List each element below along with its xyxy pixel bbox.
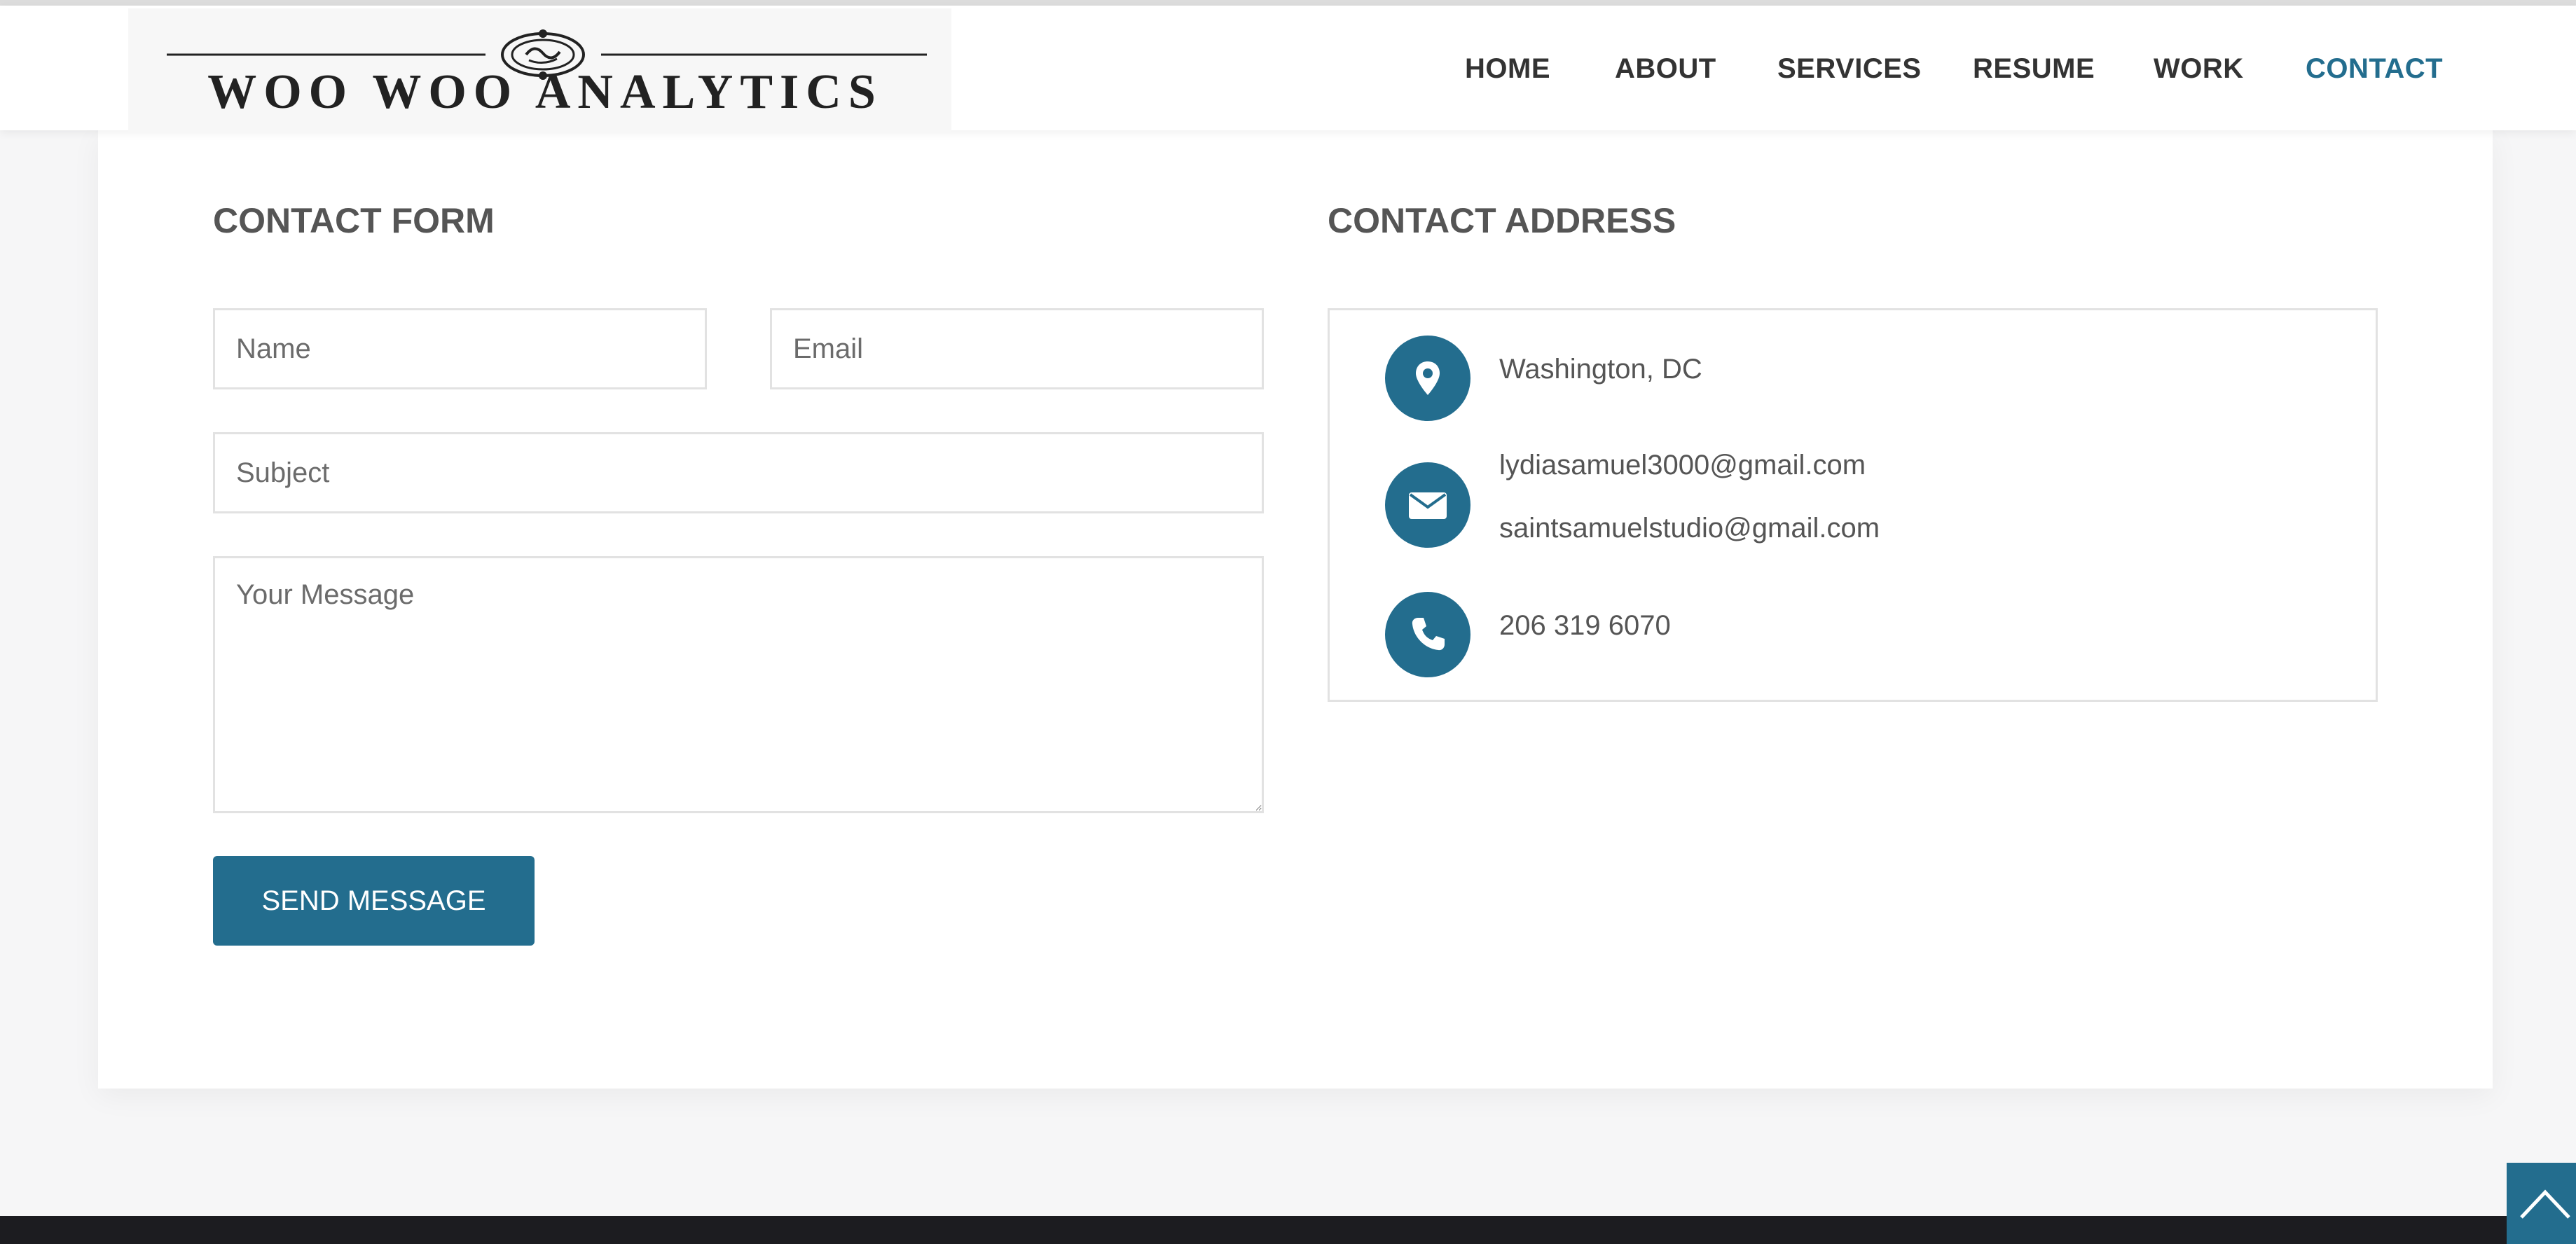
site-header: Woo Woo Analytics HOME ABOUT SERVICES RE… (0, 6, 2576, 133)
name-input[interactable] (213, 308, 707, 389)
nav-item-resume[interactable]: RESUME (1973, 53, 2095, 85)
message-textarea[interactable] (213, 556, 1264, 813)
phone-icon-circle (1385, 592, 1470, 677)
contact-address-title: CONTACT ADDRESS (1328, 201, 1676, 240)
footer (0, 1216, 2576, 1244)
map-marker-icon (1416, 361, 1440, 395)
phone-icon (1412, 618, 1445, 651)
main-navigation: HOME ABOUT SERVICES RESUME WORK CONTACT (0, 53, 2576, 95)
address-email-primary[interactable]: lydiasamuel3000@gmail.com (1499, 450, 1866, 481)
nav-item-work[interactable]: WORK (2154, 53, 2244, 85)
nav-item-home[interactable]: HOME (1465, 53, 1550, 85)
location-icon-circle (1385, 336, 1470, 421)
address-phone[interactable]: 206 319 6070 (1499, 610, 1671, 642)
top-border (0, 0, 2576, 6)
address-email-secondary[interactable]: saintsamuelstudio@gmail.com (1499, 513, 1880, 544)
envelope-icon (1409, 492, 1447, 519)
nav-item-about[interactable]: ABOUT (1615, 53, 1716, 85)
send-message-button[interactable]: SEND MESSAGE (213, 856, 535, 946)
back-to-top-button[interactable] (2507, 1163, 2576, 1244)
contact-address-box: Washington, DC lydiasamuel3000@gmail.com… (1328, 308, 2378, 702)
subject-input[interactable] (213, 432, 1264, 513)
contact-form-title: CONTACT FORM (213, 201, 495, 240)
chevron-up-icon (2520, 1189, 2570, 1219)
nav-item-services[interactable]: SERVICES (1777, 53, 1922, 85)
address-location: Washington, DC (1499, 354, 1702, 385)
email-icon-circle (1385, 462, 1470, 548)
email-input[interactable] (770, 308, 1264, 389)
nav-item-contact[interactable]: CONTACT (2306, 53, 2443, 85)
